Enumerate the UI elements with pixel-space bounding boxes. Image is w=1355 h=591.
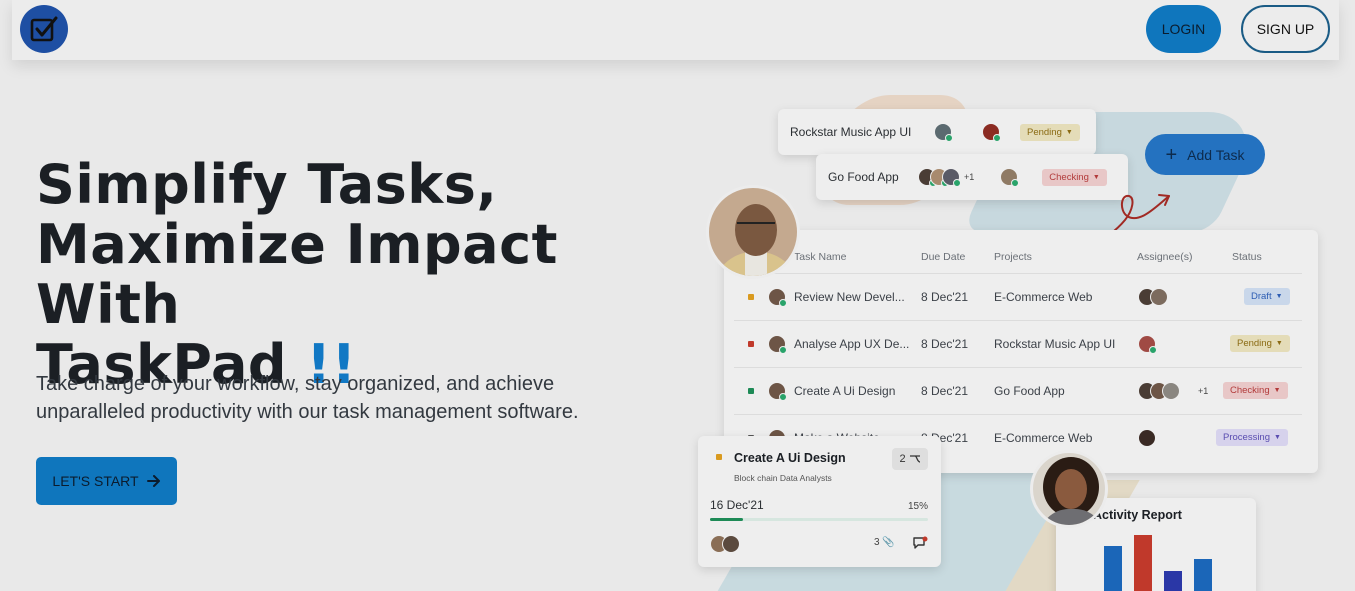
priority-marker xyxy=(716,454,722,460)
status-pill: Checking ▼ xyxy=(1042,168,1107,186)
avatar xyxy=(722,535,740,553)
status-label: Pending xyxy=(1237,338,1272,349)
due-date: 8 Dec'21 xyxy=(921,290,968,304)
caret-down-icon: ▼ xyxy=(1273,387,1281,394)
project-name: Go Food App xyxy=(994,384,1065,398)
avatar xyxy=(768,382,787,401)
project-card-gofood: Go Food App +1 Checking ▼ xyxy=(816,154,1128,200)
activity-bar xyxy=(1164,571,1182,591)
hero-illustration: Rockstar Music App UI Pending ▼ Go Food … xyxy=(690,90,1355,591)
avatar xyxy=(1138,429,1156,447)
taskpad-logo-icon[interactable] xyxy=(20,5,68,53)
project-name: Rockstar Music App UI xyxy=(790,125,912,139)
hero-title-line1: Simplify Tasks, xyxy=(36,153,498,216)
table-row: Create A Ui Design 8 Dec'21 Go Food App … xyxy=(734,367,1302,414)
due-date: 8 Dec'21 xyxy=(921,384,968,398)
progress-fill xyxy=(710,518,743,521)
login-button[interactable]: LOGIN xyxy=(1146,5,1221,53)
activity-bar xyxy=(1134,535,1152,591)
table-row: Review New Devel... 8 Dec'21 E-Commerce … xyxy=(734,273,1302,320)
task-name: Review New Devel... xyxy=(794,290,905,304)
lets-start-label: LET'S START xyxy=(52,473,139,489)
arrow-right-icon xyxy=(146,475,160,487)
column-header: Due Date xyxy=(921,251,966,263)
avatar xyxy=(768,335,787,354)
extra-assignee-count: +1 xyxy=(964,172,975,182)
extra-assignee-count: +1 xyxy=(1198,386,1209,396)
navbar: LOGIN SIGN UP xyxy=(12,0,1339,60)
status-label: Processing xyxy=(1223,432,1270,443)
activity-bar xyxy=(1104,545,1122,591)
avatar xyxy=(982,123,1001,142)
column-header: Projects xyxy=(994,251,1032,263)
caret-down-icon: ▼ xyxy=(1092,173,1100,181)
progress-label: 15% xyxy=(908,501,929,512)
status-label: Checking xyxy=(1230,385,1270,396)
subtask-count: 2 xyxy=(899,453,906,465)
activity-bars xyxy=(1096,532,1246,591)
comment-icon[interactable] xyxy=(912,535,928,551)
avatar xyxy=(1162,382,1180,400)
table-row: Analyse App UX De... 8 Dec'21 Rockstar M… xyxy=(734,320,1302,367)
status-label: Pending xyxy=(1027,126,1062,138)
plus-icon: + xyxy=(1165,143,1178,166)
column-header: Task Name xyxy=(794,251,847,263)
add-task-label: Add Task xyxy=(1187,146,1245,163)
attachment-count: 3 📎 xyxy=(874,537,895,548)
caret-down-icon: ▼ xyxy=(1065,128,1073,136)
paperclip-icon: 📎 xyxy=(882,537,895,548)
avatar-stack xyxy=(710,535,740,553)
hero-subtitle: Take charge of your workflow, stay organ… xyxy=(36,373,579,423)
caret-down-icon: ▼ xyxy=(1275,293,1283,300)
caret-down-icon: ▼ xyxy=(1274,434,1281,441)
avatar-photo-woman xyxy=(1030,450,1108,528)
activity-title: Activity Report xyxy=(1093,508,1182,522)
project-name: E-Commerce Web xyxy=(994,431,1093,445)
attachment-count-label: 3 xyxy=(874,537,880,548)
project-name: Rockstar Music App UI xyxy=(994,337,1116,351)
subtask-icon xyxy=(909,455,920,463)
status-pill: Processing ▼ xyxy=(1216,429,1288,446)
activity-bar xyxy=(1194,559,1212,591)
column-header: Assignee(s) xyxy=(1137,251,1193,263)
due-date: 8 Dec'21 xyxy=(921,337,968,351)
task-detail-card: Create A Ui Design Block chain Data Anal… xyxy=(698,436,941,567)
priority-marker xyxy=(748,341,754,347)
avatar-stack xyxy=(1138,288,1168,306)
signup-button[interactable]: SIGN UP xyxy=(1241,5,1330,53)
task-title: Create A Ui Design xyxy=(734,451,846,465)
status-pill: Pending ▼ xyxy=(1020,123,1080,141)
hero-title-line2: Maximize Impact With xyxy=(36,213,558,336)
project-name: E-Commerce Web xyxy=(994,290,1093,304)
priority-marker xyxy=(748,294,754,300)
hero-title: Simplify Tasks, Maximize Impact With Tas… xyxy=(36,155,696,395)
lets-start-button[interactable]: LET'S START xyxy=(36,457,177,505)
progress-bar xyxy=(710,518,928,521)
avatar-stack xyxy=(918,168,961,187)
avatar-stack xyxy=(1138,382,1180,400)
avatar xyxy=(1000,168,1020,187)
avatar-photo-man xyxy=(706,185,800,279)
avatar xyxy=(934,123,953,142)
task-name: Create A Ui Design xyxy=(794,384,896,398)
task-name: Analyse App UX De... xyxy=(794,337,910,351)
task-subtitle: Block chain Data Analysts xyxy=(734,473,832,483)
caret-down-icon: ▼ xyxy=(1275,340,1283,347)
avatar xyxy=(942,168,961,187)
task-date: 16 Dec'21 xyxy=(710,498,764,512)
avatar xyxy=(1138,335,1157,354)
status-label: Draft xyxy=(1251,291,1272,302)
avatar xyxy=(768,288,787,307)
add-task-button[interactable]: + Add Task xyxy=(1145,134,1265,175)
status-pill: Pending ▼ xyxy=(1230,335,1290,352)
status-pill: Draft ▼ xyxy=(1244,288,1290,305)
subtask-badge: 2 xyxy=(892,448,928,470)
avatar xyxy=(1150,288,1168,306)
status-label: Checking xyxy=(1049,171,1089,183)
status-pill: Checking ▼ xyxy=(1223,382,1288,399)
priority-marker xyxy=(748,388,754,394)
project-card-rockstar: Rockstar Music App UI Pending ▼ xyxy=(778,109,1096,155)
column-header: Status xyxy=(1232,251,1262,263)
project-name: Go Food App xyxy=(828,170,899,184)
